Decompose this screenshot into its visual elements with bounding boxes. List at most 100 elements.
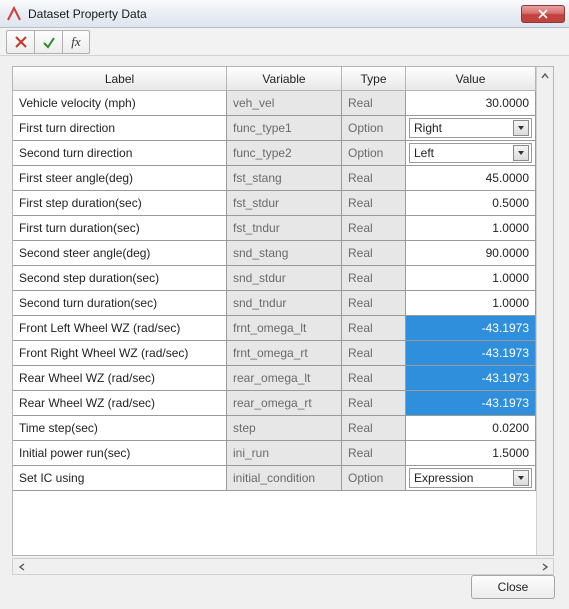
type-cell: Real <box>342 366 405 390</box>
type-cell: Real <box>342 441 405 465</box>
label-cell[interactable]: Initial power run(sec) <box>13 441 226 465</box>
value-cell[interactable]: 45.0000 <box>406 166 535 190</box>
value-cell[interactable]: 0.0200 <box>406 416 535 440</box>
value-cell[interactable]: -43.1973 <box>406 391 535 415</box>
scroll-up-button[interactable] <box>536 67 553 84</box>
col-header-type[interactable]: Type <box>342 67 406 91</box>
dropdown-value: Right <box>414 121 513 135</box>
close-button-label: Close <box>498 580 529 594</box>
table-row: First step duration(sec)fst_stdurReal0.5… <box>13 191 536 216</box>
x-icon <box>14 35 28 49</box>
fx-icon: fx <box>71 34 80 50</box>
window-close-button[interactable] <box>521 5 565 23</box>
table-row: Rear Wheel WZ (rad/sec)rear_omega_ltReal… <box>13 366 536 391</box>
variable-cell: rear_omega_lt <box>227 366 341 390</box>
type-cell: Real <box>342 316 405 340</box>
scroll-right-button[interactable] <box>536 559 553 574</box>
horizontal-scrollbar[interactable] <box>12 558 554 575</box>
value-cell[interactable]: 1.0000 <box>406 216 535 240</box>
type-cell: Real <box>342 266 405 290</box>
value-cell[interactable]: 1.0000 <box>406 291 535 315</box>
type-cell: Real <box>342 166 405 190</box>
chevron-down-icon <box>513 120 529 136</box>
table-row: First turn duration(sec)fst_tndurReal1.0… <box>13 216 536 241</box>
value-cell: Right <box>406 116 535 140</box>
close-icon <box>538 9 548 19</box>
table-header-row: Label Variable Type Value <box>13 67 536 91</box>
label-cell[interactable]: First steer angle(deg) <box>13 166 226 190</box>
label-cell[interactable]: Front Right Wheel WZ (rad/sec) <box>13 341 226 365</box>
chevron-left-icon <box>18 563 26 571</box>
dropdown-value: Left <box>414 146 513 160</box>
type-cell: Option <box>342 466 405 490</box>
vertical-scrollbar[interactable] <box>536 84 553 555</box>
variable-cell: fst_stang <box>227 166 341 190</box>
col-header-value[interactable]: Value <box>406 67 536 91</box>
close-button[interactable]: Close <box>471 575 555 599</box>
table-row: First steer angle(deg)fst_stangReal45.00… <box>13 166 536 191</box>
toolbar-accept-button[interactable] <box>34 30 62 54</box>
titlebar: Dataset Property Data <box>0 0 569 28</box>
scroll-track[interactable] <box>30 559 536 574</box>
col-header-variable[interactable]: Variable <box>227 67 342 91</box>
value-dropdown[interactable]: Expression <box>409 468 532 488</box>
label-cell[interactable]: Front Left Wheel WZ (rad/sec) <box>13 316 226 340</box>
label-cell[interactable]: Vehicle velocity (mph) <box>13 91 226 115</box>
value-dropdown[interactable]: Left <box>409 143 532 163</box>
variable-cell: rear_omega_rt <box>227 391 341 415</box>
label-cell[interactable]: First turn duration(sec) <box>13 216 226 240</box>
value-cell[interactable]: 1.0000 <box>406 266 535 290</box>
label-cell[interactable]: Second step duration(sec) <box>13 266 226 290</box>
variable-cell: func_type1 <box>227 116 341 140</box>
label-cell[interactable]: Second turn duration(sec) <box>13 291 226 315</box>
grid-container: Label Variable Type Value Vehicle veloci… <box>12 66 554 556</box>
type-cell: Real <box>342 216 405 240</box>
type-cell: Real <box>342 391 405 415</box>
label-cell[interactable]: Second turn direction <box>13 141 226 165</box>
variable-cell: fst_tndur <box>227 216 341 240</box>
toolbar-fx-button[interactable]: fx <box>62 30 90 54</box>
type-cell: Option <box>342 116 405 140</box>
value-cell[interactable]: 90.0000 <box>406 241 535 265</box>
label-cell[interactable]: Time step(sec) <box>13 416 226 440</box>
chevron-up-icon <box>541 72 549 80</box>
value-cell[interactable]: 1.5000 <box>406 441 535 465</box>
value-cell[interactable]: 0.5000 <box>406 191 535 215</box>
value-cell[interactable]: -43.1973 <box>406 366 535 390</box>
value-cell[interactable]: -43.1973 <box>406 316 535 340</box>
variable-cell: initial_condition <box>227 466 341 490</box>
label-cell[interactable]: First turn direction <box>13 116 226 140</box>
variable-cell: snd_stang <box>227 241 341 265</box>
table-row: Time step(sec)stepReal0.0200 <box>13 416 536 441</box>
variable-cell: step <box>227 416 341 440</box>
label-cell[interactable]: Second steer angle(deg) <box>13 241 226 265</box>
toolbar-cancel-button[interactable] <box>6 30 34 54</box>
value-cell[interactable]: -43.1973 <box>406 341 535 365</box>
label-cell[interactable]: First step duration(sec) <box>13 191 226 215</box>
variable-cell: frnt_omega_lt <box>227 316 341 340</box>
table-row: Second step duration(sec)snd_stdurReal1.… <box>13 266 536 291</box>
variable-cell: ini_run <box>227 441 341 465</box>
table-row: Front Right Wheel WZ (rad/sec)frnt_omega… <box>13 341 536 366</box>
label-cell[interactable]: Set IC using <box>13 466 226 490</box>
type-cell: Real <box>342 416 405 440</box>
label-cell[interactable]: Rear Wheel WZ (rad/sec) <box>13 366 226 390</box>
value-dropdown[interactable]: Right <box>409 118 532 138</box>
variable-cell: veh_vel <box>227 91 341 115</box>
chevron-right-icon <box>541 563 549 571</box>
table-row: Set IC usinginitial_conditionOption Expre… <box>13 466 536 491</box>
label-cell[interactable]: Rear Wheel WZ (rad/sec) <box>13 391 226 415</box>
dropdown-value: Expression <box>414 471 513 485</box>
table-row: Second steer angle(deg)snd_stangReal90.0… <box>13 241 536 266</box>
table-row: Second turn directionfunc_type2OptionLef… <box>13 141 536 166</box>
check-icon <box>42 35 56 49</box>
table-row: Initial power run(sec)ini_runReal1.5000 <box>13 441 536 466</box>
type-cell: Real <box>342 291 405 315</box>
value-cell: Left <box>406 141 535 165</box>
col-header-label[interactable]: Label <box>13 67 227 91</box>
value-cell[interactable]: 30.0000 <box>406 91 535 115</box>
window-title: Dataset Property Data <box>28 7 521 21</box>
table-row: Front Left Wheel WZ (rad/sec)frnt_omega_… <box>13 316 536 341</box>
type-cell: Real <box>342 91 405 115</box>
scroll-left-button[interactable] <box>13 559 30 574</box>
